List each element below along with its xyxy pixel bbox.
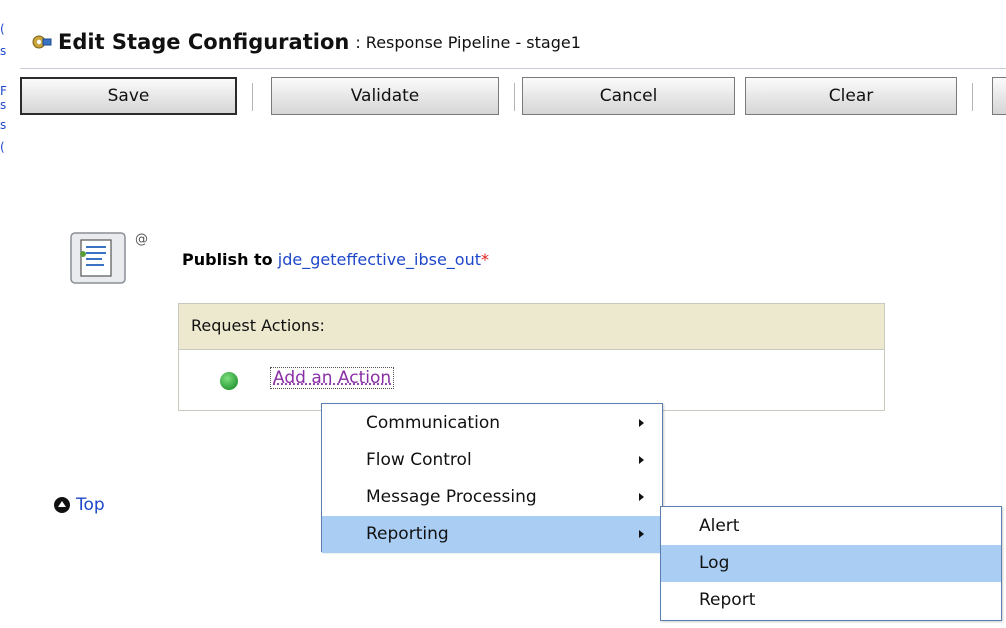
top-link-label: Top	[76, 495, 105, 515]
page-title: Edit Stage Configuration	[58, 30, 350, 54]
context-menu: Communication Flow Control Message Proce…	[321, 403, 663, 553]
at-sign: @	[135, 232, 148, 247]
cancel-button[interactable]: Cancel	[522, 77, 735, 115]
sidebar-fragment: (	[0, 22, 5, 36]
menu-item-label: Flow Control	[366, 450, 472, 470]
stage-document-icon	[70, 232, 126, 284]
menu-item-label: Reporting	[366, 524, 449, 544]
sidebar-fragment: (	[0, 140, 5, 154]
add-action-link[interactable]: Add an Action	[269, 367, 395, 389]
toolbar-separator	[252, 83, 253, 111]
clear-button[interactable]: Clear	[745, 77, 957, 115]
menu-item-flow-control[interactable]: Flow Control	[322, 442, 662, 479]
up-arrow-icon	[54, 497, 70, 513]
submenu-item-log[interactable]: Log	[661, 545, 1001, 582]
menu-item-label: Communication	[366, 413, 500, 433]
gear-pipeline-icon	[32, 35, 52, 49]
request-actions-header: Request Actions:	[179, 304, 884, 350]
menu-item-reporting[interactable]: Reporting	[322, 516, 662, 553]
menu-item-communication[interactable]: Communication	[322, 405, 662, 442]
submenu-arrow-icon	[639, 493, 644, 501]
toolbar-separator	[972, 83, 973, 111]
menu-item-message-processing[interactable]: Message Processing	[322, 479, 662, 516]
submenu-arrow-icon	[639, 530, 644, 538]
submenu-arrow-icon	[639, 456, 644, 464]
page-subtitle: : Response Pipeline - stage1	[355, 32, 581, 52]
menu-item-label: Message Processing	[366, 487, 537, 507]
toolbar-button-partial[interactable]	[992, 77, 1006, 115]
publish-target-link[interactable]: jde_geteffective_ibse_out	[278, 250, 481, 269]
request-actions-panel: Request Actions: Add an Action	[178, 303, 885, 411]
header-divider	[20, 68, 1006, 69]
toolbar-separator	[514, 83, 515, 111]
request-actions-body: Add an Action	[179, 350, 884, 410]
validate-button[interactable]: Validate	[271, 77, 499, 115]
save-button[interactable]: Save	[20, 77, 237, 115]
left-sidebar-edge: ( s F s s (	[0, 0, 14, 628]
green-dot-icon	[220, 372, 238, 390]
reporting-submenu: Alert Log Report	[660, 506, 1002, 621]
page-header: Edit Stage Configuration : Response Pipe…	[30, 26, 581, 58]
required-mark: *	[481, 250, 490, 269]
publish-action: Publish to jde_geteffective_ibse_out*	[182, 250, 489, 269]
sidebar-fragment: s	[0, 118, 7, 132]
submenu-item-alert[interactable]: Alert	[661, 508, 1001, 545]
submenu-item-report[interactable]: Report	[661, 582, 1001, 619]
sidebar-fragment: s	[0, 44, 7, 58]
sidebar-fragment: F	[0, 84, 7, 98]
sidebar-fragment: s	[0, 98, 7, 112]
publish-label: Publish to	[182, 250, 273, 269]
submenu-arrow-icon	[639, 419, 644, 427]
toolbar: Save Validate Cancel Clear	[20, 77, 1006, 117]
top-link[interactable]: Top	[54, 495, 105, 515]
